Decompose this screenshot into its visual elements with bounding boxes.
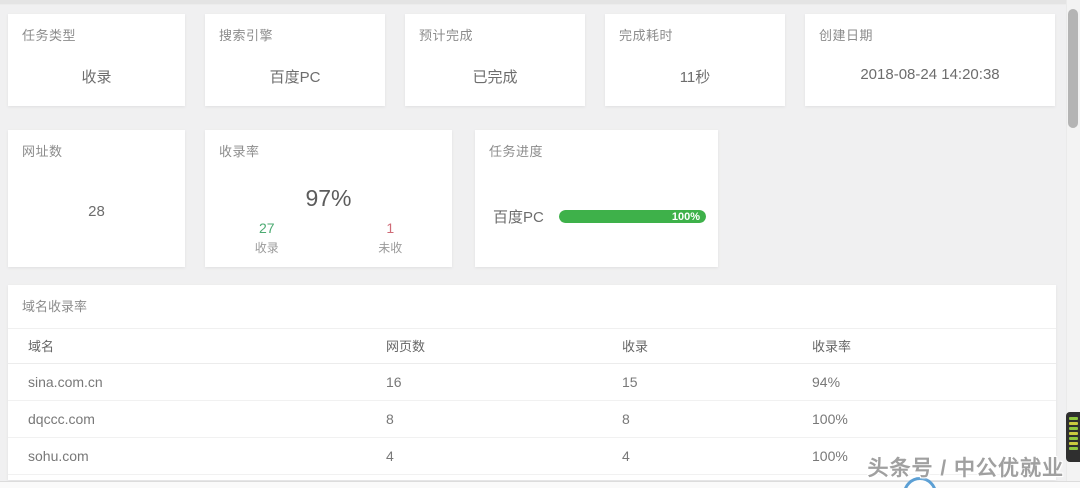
stat-card-estimated-completion: 预计完成 已完成 [405,14,585,106]
cell-pages: 16 [366,363,602,401]
included-stat: 27 收录 [205,220,329,256]
progress-percent-text: 100% [671,210,700,223]
column-header-indexed: 收录 [602,329,792,364]
floating-widget-icon[interactable] [1066,412,1080,462]
progress-track: 100% [559,210,706,223]
url-count-label: 网址数 [22,144,63,159]
excluded-count: 1 [386,220,395,236]
stat-card-value: 2018-08-24 14:20:38 [860,66,1000,83]
cell-indexed: 4 [602,437,792,475]
cell-indexed: 15 [602,363,792,401]
url-count-value: 28 [88,203,105,220]
stat-card-task-type: 任务类型 收录 [8,14,185,106]
widget-stripe [1069,442,1078,445]
domain-rate-panel: 域名收录率 域名 网页数 收录 收录率 sina.com.cn 16 15 94… [8,285,1056,480]
column-header-domain: 域名 [8,329,366,364]
panel-title: 域名收录率 [8,285,1056,329]
table-header-row: 域名 网页数 收录 收录率 [8,329,1056,364]
cell-indexed: 8 [602,400,792,438]
widget-stripe [1069,432,1078,435]
progress-engine-label: 百度PC [493,209,544,226]
table-row[interactable]: dqccc.com 8 8 100% [8,400,1056,438]
task-progress-label: 任务进度 [489,144,544,159]
cell-domain: dqccc.com [8,400,366,438]
inclusion-rate-card: 收录率 97% 27 收录 1 未收 [205,130,452,267]
widget-stripe [1069,447,1078,450]
stat-card-time-spent: 完成耗时 11秒 [605,14,785,106]
widget-stripe [1069,427,1078,430]
included-count: 27 [258,220,275,236]
inclusion-rate-label: 收录率 [219,144,260,159]
watermark-text: 头条号 / 中公优就业 [867,457,1064,480]
page-top-divider [0,0,1080,5]
cell-pages: 4 [366,437,602,475]
stat-card-search-engine: 搜索引擎 百度PC [205,14,385,106]
stat-card-label: 创建日期 [819,28,874,43]
column-header-pages: 网页数 [366,329,602,364]
cell-pages: 8 [366,400,602,438]
stat-card-creation-date: 创建日期 2018-08-24 14:20:38 [805,14,1055,106]
widget-stripe [1069,417,1078,420]
cell-domain: sohu.com [8,437,366,475]
cell-domain: sina.com.cn [8,363,366,401]
table-row[interactable]: sina.com.cn 16 15 94% [8,363,1056,401]
stat-card-label: 完成耗时 [619,28,674,43]
task-progress-card: 任务进度 百度PC 100% [475,130,718,267]
progress-row: 百度PC 100% [493,206,706,227]
stat-card-value: 已完成 [472,69,518,86]
widget-stripe [1069,422,1078,425]
stat-card-label: 任务类型 [22,28,77,43]
cell-rate: 100% [792,400,1056,438]
inclusion-breakdown: 27 收录 1 未收 [205,220,452,256]
cell-rate: 94% [792,363,1056,401]
stat-card-value: 百度PC [269,69,321,86]
column-header-rate: 收录率 [792,329,1056,364]
url-count-card: 网址数 28 [8,130,185,267]
excluded-stat: 1 未收 [329,220,453,256]
stat-card-label: 预计完成 [419,28,474,43]
included-label: 收录 [254,241,279,255]
progress-bar-fill: 100% [559,210,706,223]
stat-card-label: 搜索引擎 [219,28,274,43]
stat-card-value: 收录 [81,69,112,86]
inclusion-rate-percent: 97% [305,185,352,211]
scrollbar-thumb[interactable] [1068,9,1078,128]
excluded-label: 未收 [378,241,403,255]
stat-card-value: 11秒 [679,69,711,86]
widget-stripe [1069,437,1078,440]
